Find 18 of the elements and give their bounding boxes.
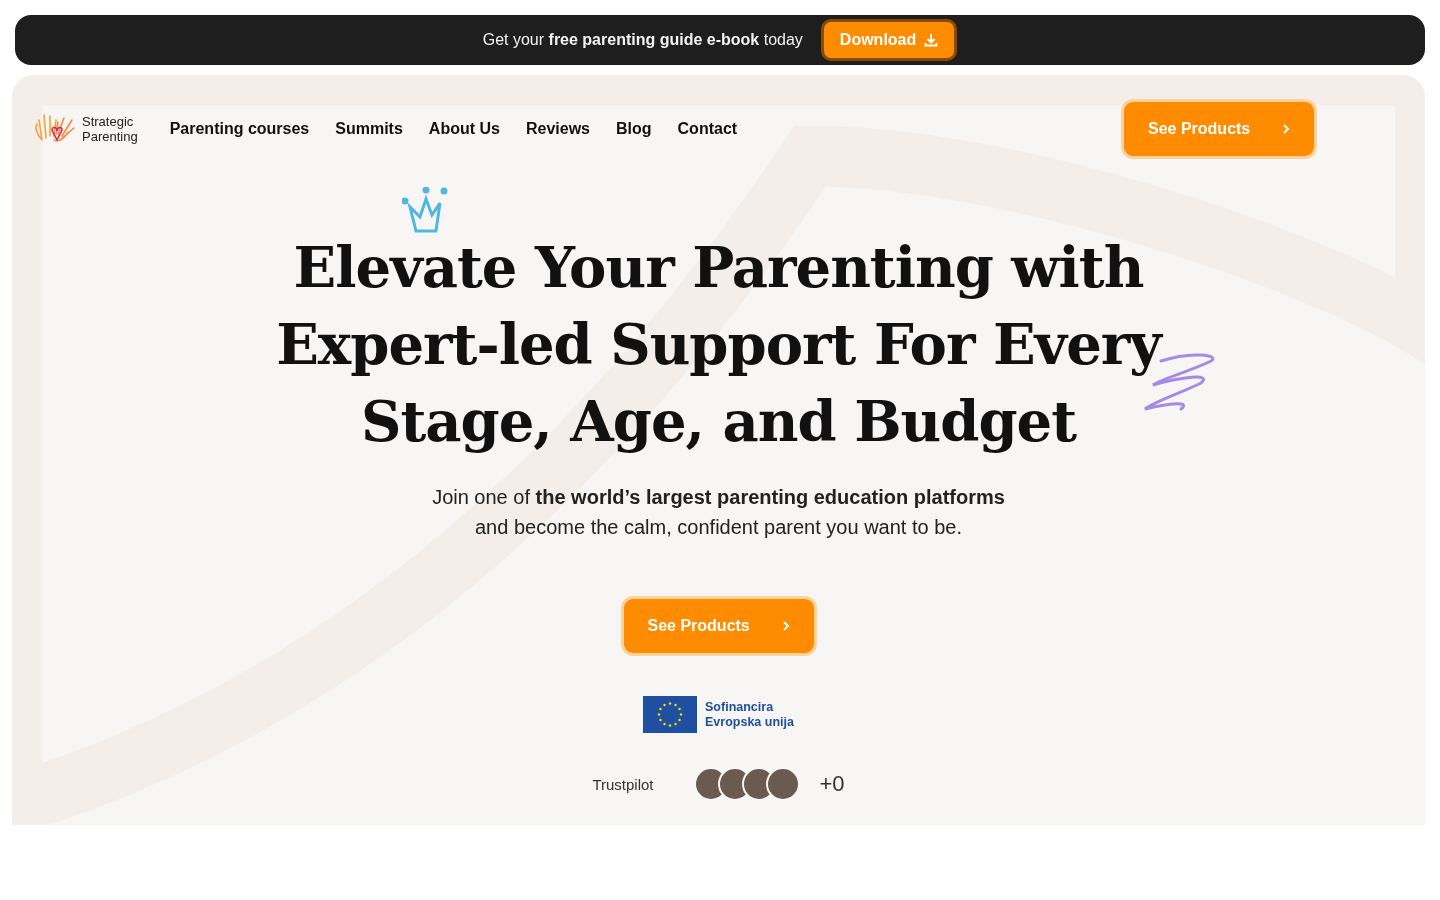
hero-subtitle: Join one of the world’s largest parenting education platforms and become the calm, confident parent you want to be. [432, 485, 1005, 540]
eu-flag-icon [643, 696, 698, 733]
logo-text: Strategic Parenting [82, 114, 138, 144]
chevron-right-icon [1282, 123, 1290, 135]
download-icon [924, 33, 939, 47]
nav-link[interactable]: Contact [677, 120, 738, 138]
crown-icon [402, 187, 449, 235]
eu-funding-text: Sofinancira Evropska unija [705, 699, 794, 730]
chevron-right-icon [781, 620, 790, 632]
nav-link[interactable]: Parenting courses [169, 120, 310, 138]
nav-link[interactable]: Summits [335, 120, 403, 138]
hero-heading: Elevate Your Parenting with Expert-led Support For Every Stage, Age, and Budget [276, 233, 1161, 456]
nav-link[interactable]: Reviews [525, 120, 590, 138]
nav-link[interactable]: About Us [428, 120, 500, 138]
reviewer-count: +0 [819, 771, 845, 797]
announcement-text: Get your free parenting guide e-book today [482, 31, 803, 49]
trustpilot-label: Trustpilot [592, 775, 654, 793]
nav-link[interactable]: Blog [616, 120, 652, 138]
